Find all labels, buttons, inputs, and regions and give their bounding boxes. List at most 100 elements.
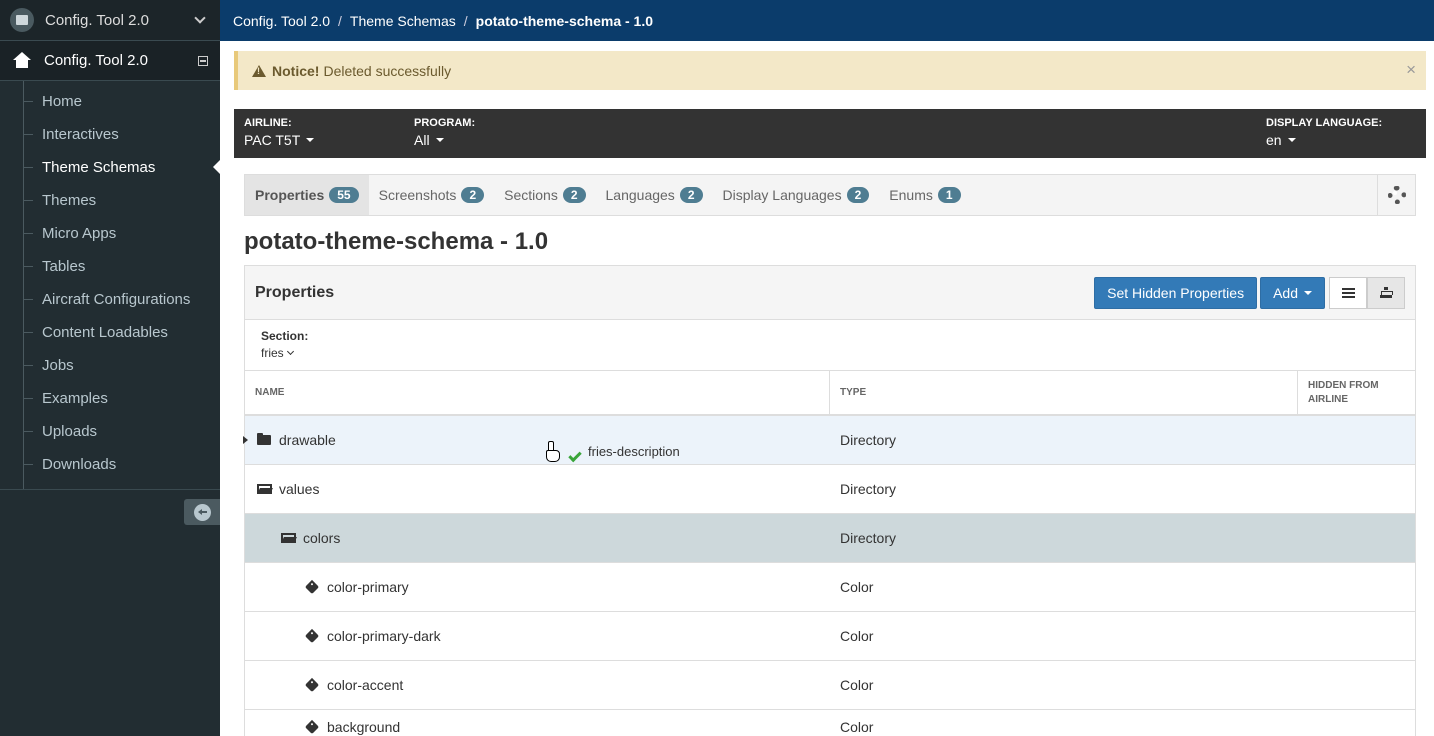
display-language-value: en xyxy=(1266,132,1282,148)
settings-button[interactable] xyxy=(1377,175,1415,215)
hand-cursor-icon xyxy=(545,441,560,462)
display-language-filter[interactable]: DISPLAY LANGUAGE: en xyxy=(1266,117,1382,148)
tab-properties[interactable]: Properties 55 xyxy=(245,175,369,215)
column-header-hidden-from-airline[interactable]: HIDDEN FROM AIRLINE xyxy=(1298,371,1415,414)
sidebar-item-jobs[interactable]: Jobs xyxy=(0,349,220,382)
row-name-cell: background xyxy=(304,703,401,736)
row-name: values xyxy=(279,481,320,497)
panel-title: Properties xyxy=(255,283,335,301)
tab-languages[interactable]: Languages 2 xyxy=(596,175,713,215)
count-badge: 2 xyxy=(461,187,485,203)
sidebar-item-interactives[interactable]: Interactives xyxy=(0,118,220,151)
tab-screenshots[interactable]: Screenshots 2 xyxy=(369,175,495,215)
sidebar-item-theme-schemas[interactable]: Theme Schemas xyxy=(0,151,220,184)
table-row[interactable]: color-primary-dark Color xyxy=(245,612,1415,661)
close-icon[interactable]: × xyxy=(1406,60,1416,80)
column-header-name[interactable]: NAME xyxy=(245,371,830,414)
sidebar-item-examples[interactable]: Examples xyxy=(0,382,220,415)
tree-view-button[interactable] xyxy=(1367,276,1405,309)
drag-preview: fries-description xyxy=(545,441,680,462)
list-icon xyxy=(1341,287,1355,298)
arrow-circle-left-icon xyxy=(193,503,211,521)
breadcrumb-item-theme-schemas[interactable]: Theme Schemas xyxy=(350,13,456,29)
table-row[interactable]: color-primary Color xyxy=(245,563,1415,612)
sidebar-item-uploads[interactable]: Uploads xyxy=(0,415,220,448)
row-name-cell: color-accent xyxy=(304,661,403,709)
count-badge: 2 xyxy=(846,187,870,203)
properties-panel: Properties Set Hidden Properties Add Sec… xyxy=(243,265,1416,736)
table-row[interactable]: background Color xyxy=(245,710,1415,736)
sidebar-collapse-button[interactable] xyxy=(184,499,220,525)
caret-down-icon xyxy=(1304,290,1312,295)
sidebar-item-tables[interactable]: Tables xyxy=(0,250,220,283)
count-badge: 1 xyxy=(937,187,961,203)
airline-filter[interactable]: AIRLINE: PAC T5T xyxy=(244,117,315,148)
page-title: potato-theme-schema - 1.0 xyxy=(244,228,549,255)
home-icon xyxy=(12,51,32,70)
tab-sections[interactable]: Sections 2 xyxy=(494,175,595,215)
airline-dropdown[interactable]: PAC T5T xyxy=(244,132,315,148)
section-dropdown[interactable]: fries xyxy=(261,346,1399,360)
display-language-dropdown[interactable]: en xyxy=(1266,132,1382,148)
collapse-minus-icon[interactable] xyxy=(198,55,208,66)
row-type: Directory xyxy=(840,432,897,448)
sidebar-item-content-loadables[interactable]: Content Loadables xyxy=(0,316,220,349)
section-label: Section: xyxy=(261,329,309,343)
display-language-label: DISPLAY LANGUAGE: xyxy=(1266,117,1383,129)
chevron-down-icon xyxy=(194,12,206,24)
add-button[interactable]: Add xyxy=(1260,276,1325,309)
sidebar-item-themes[interactable]: Themes xyxy=(0,184,220,217)
breadcrumb-separator: / xyxy=(463,12,468,29)
table-row[interactable]: colors Directory xyxy=(245,514,1415,563)
folder-open-icon xyxy=(281,533,296,543)
sidebar: Config. Tool 2.0 Config. Tool 2.0 Home I… xyxy=(0,0,220,736)
row-name: background xyxy=(327,719,401,735)
program-dropdown[interactable]: All xyxy=(414,132,475,148)
row-name-cell: drawable xyxy=(257,416,336,464)
gear-icon xyxy=(1387,186,1406,204)
row-name: color-primary xyxy=(327,579,409,595)
row-type: Color xyxy=(840,628,874,644)
column-header-type[interactable]: TYPE xyxy=(830,371,1298,414)
breadcrumb-current: potato-theme-schema - 1.0 xyxy=(475,12,654,29)
row-name: drawable xyxy=(279,432,336,448)
sidebar-section-header[interactable]: Config. Tool 2.0 xyxy=(0,41,220,81)
sidebar-item-micro-apps[interactable]: Micro Apps xyxy=(0,217,220,250)
caret-down-icon xyxy=(435,138,444,142)
row-name: color-primary-dark xyxy=(327,628,441,644)
tab-label: Screenshots xyxy=(378,187,457,203)
warning-icon xyxy=(252,64,266,77)
row-name-cell: color-primary xyxy=(304,563,409,611)
app-logo-icon xyxy=(10,8,34,32)
tab-enums[interactable]: Enums 1 xyxy=(879,175,970,215)
tab-display-languages[interactable]: Display Languages 2 xyxy=(713,175,880,215)
row-type: Color xyxy=(840,579,874,595)
section-value: fries xyxy=(261,346,284,360)
caret-right-icon[interactable] xyxy=(243,436,248,444)
breadcrumb-item-config-tool[interactable]: Config. Tool 2.0 xyxy=(233,13,330,29)
table-row[interactable]: values Directory xyxy=(245,465,1415,514)
sidebar-section-title: Config. Tool 2.0 xyxy=(44,52,148,69)
view-toggle xyxy=(1329,276,1405,309)
row-name: colors xyxy=(303,530,341,546)
program-filter[interactable]: PROGRAM: All xyxy=(414,117,475,148)
table-row[interactable]: color-accent Color xyxy=(245,661,1415,710)
table-row[interactable]: drawable Directory xyxy=(243,416,1415,465)
row-type: Color xyxy=(840,677,874,693)
list-view-button[interactable] xyxy=(1329,276,1367,309)
tab-label: Sections xyxy=(504,187,558,203)
tab-label: Enums xyxy=(889,187,933,203)
row-type: Color xyxy=(840,719,874,735)
count-badge: 2 xyxy=(562,187,586,203)
tab-label: Display Languages xyxy=(722,187,842,203)
tab-label: Languages xyxy=(605,187,675,203)
alert-message: Deleted successfully xyxy=(323,62,452,79)
check-icon xyxy=(568,448,582,462)
set-hidden-properties-button[interactable]: Set Hidden Properties xyxy=(1094,276,1258,309)
sidebar-item-downloads[interactable]: Downloads xyxy=(0,448,220,481)
tag-icon xyxy=(304,719,320,735)
tag-icon xyxy=(304,628,320,644)
sidebar-item-aircraft-configurations[interactable]: Aircraft Configurations xyxy=(0,283,220,316)
app-switcher[interactable]: Config. Tool 2.0 xyxy=(0,0,220,41)
sidebar-item-home[interactable]: Home xyxy=(0,85,220,118)
